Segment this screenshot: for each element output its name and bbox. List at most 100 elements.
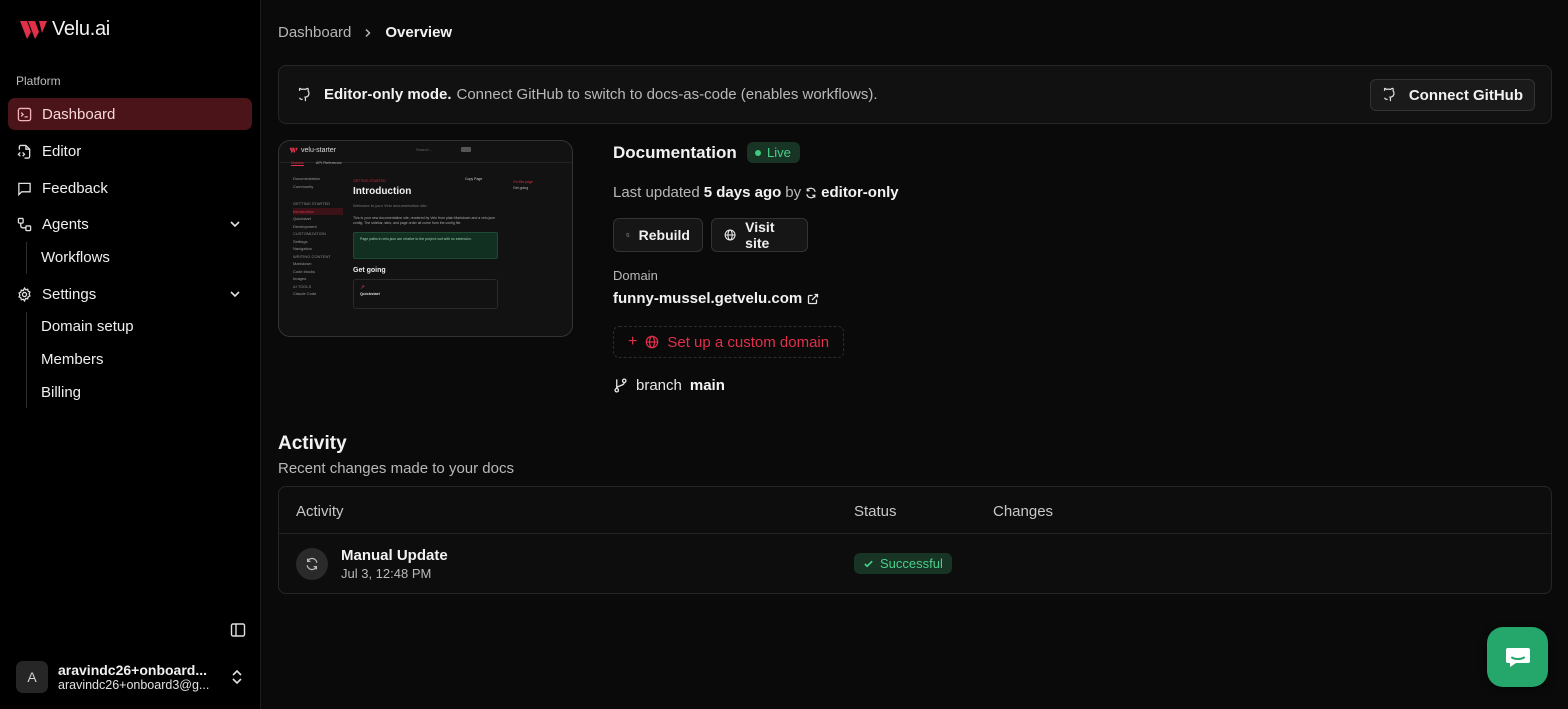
sidebar-item-feedback[interactable]: Feedback: [8, 172, 252, 204]
breadcrumb-dashboard[interactable]: Dashboard: [278, 24, 351, 41]
preview-side-line: Code blocks: [293, 268, 316, 274]
breadcrumb: Dashboard Overview: [278, 24, 452, 41]
site-preview-thumbnail[interactable]: velu-starter Search... Guides API Refere…: [278, 140, 573, 337]
app-root: Velu.ai Platform Dashboard Editor Feedba…: [0, 0, 1568, 709]
workflow-icon: [16, 216, 32, 232]
live-dot-icon: [755, 149, 761, 156]
preview-site-name: velu-starter: [301, 147, 337, 154]
status-badge: Live: [747, 142, 800, 163]
connect-github-button[interactable]: Connect GitHub: [1369, 79, 1535, 111]
sidebar-item-dashboard[interactable]: Dashboard: [8, 98, 252, 130]
breadcrumb-current: Overview: [385, 24, 453, 41]
sidebar-item-workflows[interactable]: Workflows: [41, 249, 110, 266]
branch-info: branch main: [613, 377, 725, 394]
custom-domain-label: Set up a custom domain: [667, 333, 830, 351]
branch-label: branch: [636, 377, 682, 394]
sidebar-item-settings[interactable]: Settings: [8, 278, 252, 310]
github-icon: [1383, 87, 1395, 102]
preview-note: Page paths in velu.json are relative to …: [353, 232, 498, 259]
sidebar: Velu.ai Platform Dashboard Editor Feedba…: [0, 0, 261, 709]
sidebar-item-label: Dashboard: [42, 105, 116, 123]
preview-tab-api: API Reference: [315, 160, 342, 165]
preview-side-line: Images: [293, 276, 307, 281]
preview-card-title: Quickstart: [360, 291, 380, 296]
subnav-rail-agents: [26, 242, 27, 274]
domain-link[interactable]: funny-mussel.getvelu.com: [613, 290, 819, 307]
documentation-title: Documentation: [613, 143, 737, 162]
domain-value: funny-mussel.getvelu.com: [613, 290, 803, 307]
preview-kbd-hint: [461, 147, 471, 152]
status-badge-label: Successful: [880, 556, 943, 571]
visit-site-label: Visit site: [745, 219, 775, 251]
activity-table: Activity Status Changes Manual Update Ju…: [278, 486, 1552, 594]
rebuild-label: Rebuild: [638, 227, 690, 243]
user-email: aravindc26+onboard3@g...: [58, 678, 210, 692]
sidebar-item-label: Agents: [42, 215, 89, 233]
chevron-down-icon[interactable]: [228, 217, 242, 231]
preview-sidebar: Documentation Community GETTING STARTED …: [293, 175, 343, 298]
preview-kicker: GETTING STARTED: [353, 179, 386, 183]
activity-row-date: Jul 3, 12:48 PM: [341, 566, 432, 581]
user-menu[interactable]: A aravindc26+onboard... aravindc26+onboa…: [16, 661, 252, 693]
preview-side-line: WRITING CONTENT: [293, 253, 331, 259]
preview-toc-item: Get going: [513, 186, 529, 190]
preview-tab-guides: Guides: [291, 160, 304, 166]
preview-body: GETTING STARTED Introduction Welcome to …: [353, 179, 498, 309]
visit-site-button[interactable]: Visit site: [711, 218, 808, 252]
banner-strong: Editor-only mode.: [324, 86, 452, 103]
banner-body: Connect GitHub to switch to docs-as-code…: [456, 86, 878, 103]
preview-h2: Get going: [353, 267, 386, 274]
column-header-status: Status: [854, 503, 897, 520]
last-updated-author: editor-only: [821, 184, 899, 201]
activity-title: Activity: [278, 433, 347, 454]
refresh-icon: [306, 557, 318, 571]
chevron-down-icon[interactable]: [228, 287, 242, 301]
activity-subtitle: Recent changes made to your docs: [278, 460, 514, 477]
status-badge: Successful: [854, 553, 952, 574]
preview-side-line: Settings: [293, 238, 308, 244]
refresh-icon: [626, 233, 630, 237]
support-chat-button[interactable]: [1487, 627, 1548, 687]
github-icon: [298, 87, 310, 101]
sidebar-item-members[interactable]: Members: [41, 351, 104, 368]
sidebar-toggle-icon[interactable]: [230, 622, 246, 638]
velu-logo-icon: [20, 20, 47, 39]
logo[interactable]: Velu.ai: [18, 18, 110, 41]
preview-side-line: Introduction: [293, 207, 343, 215]
avatar: A: [16, 661, 48, 693]
sidebar-item-billing[interactable]: Billing: [41, 384, 81, 401]
last-updated-prefix: Last updated: [613, 184, 700, 201]
preview-title: Introduction: [353, 186, 412, 197]
plus-icon: +: [628, 333, 638, 350]
preview-side-line: GETTING STARTED: [293, 201, 331, 206]
sidebar-item-agents[interactable]: Agents: [8, 208, 252, 240]
last-updated-by: by: [785, 184, 802, 201]
banner-text: Editor-only mode. Connect GitHub to switc…: [324, 86, 878, 103]
preview-side-line: Documentation: [293, 176, 320, 181]
terminal-square-icon: [16, 106, 32, 122]
rebuild-button[interactable]: Rebuild: [613, 218, 703, 252]
sidebar-item-editor[interactable]: Editor: [8, 135, 252, 167]
git-branch-icon: [614, 378, 627, 393]
gear-icon: [16, 286, 32, 302]
preview-side-line: Community: [293, 183, 314, 189]
preview-side-line: AI TOOLS: [293, 283, 312, 289]
main-content: Dashboard Overview Editor-only mode. Conn…: [261, 0, 1568, 709]
preview-toc: On this page Get going: [513, 179, 533, 191]
preview-side-line: Claude Code: [293, 291, 317, 296]
check-icon: [864, 560, 873, 568]
activity-row-title: Manual Update: [341, 547, 448, 564]
chevrons-up-down-icon: [232, 669, 242, 685]
globe-icon: [646, 335, 659, 349]
column-header-activity: Activity: [296, 503, 344, 520]
file-code-icon: [16, 143, 32, 159]
sidebar-item-label: Settings: [42, 285, 97, 303]
preview-side-line: Development: [293, 223, 317, 229]
external-link-icon: [808, 293, 819, 304]
preview-side-line: Navigation: [293, 246, 312, 251]
message-square-icon: [16, 180, 32, 196]
sidebar-item-domain-setup[interactable]: Domain setup: [41, 318, 134, 335]
preview-side-line: Markdown: [293, 261, 312, 266]
custom-domain-button[interactable]: + Set up a custom domain: [613, 326, 844, 358]
domain-label: Domain: [613, 268, 658, 283]
